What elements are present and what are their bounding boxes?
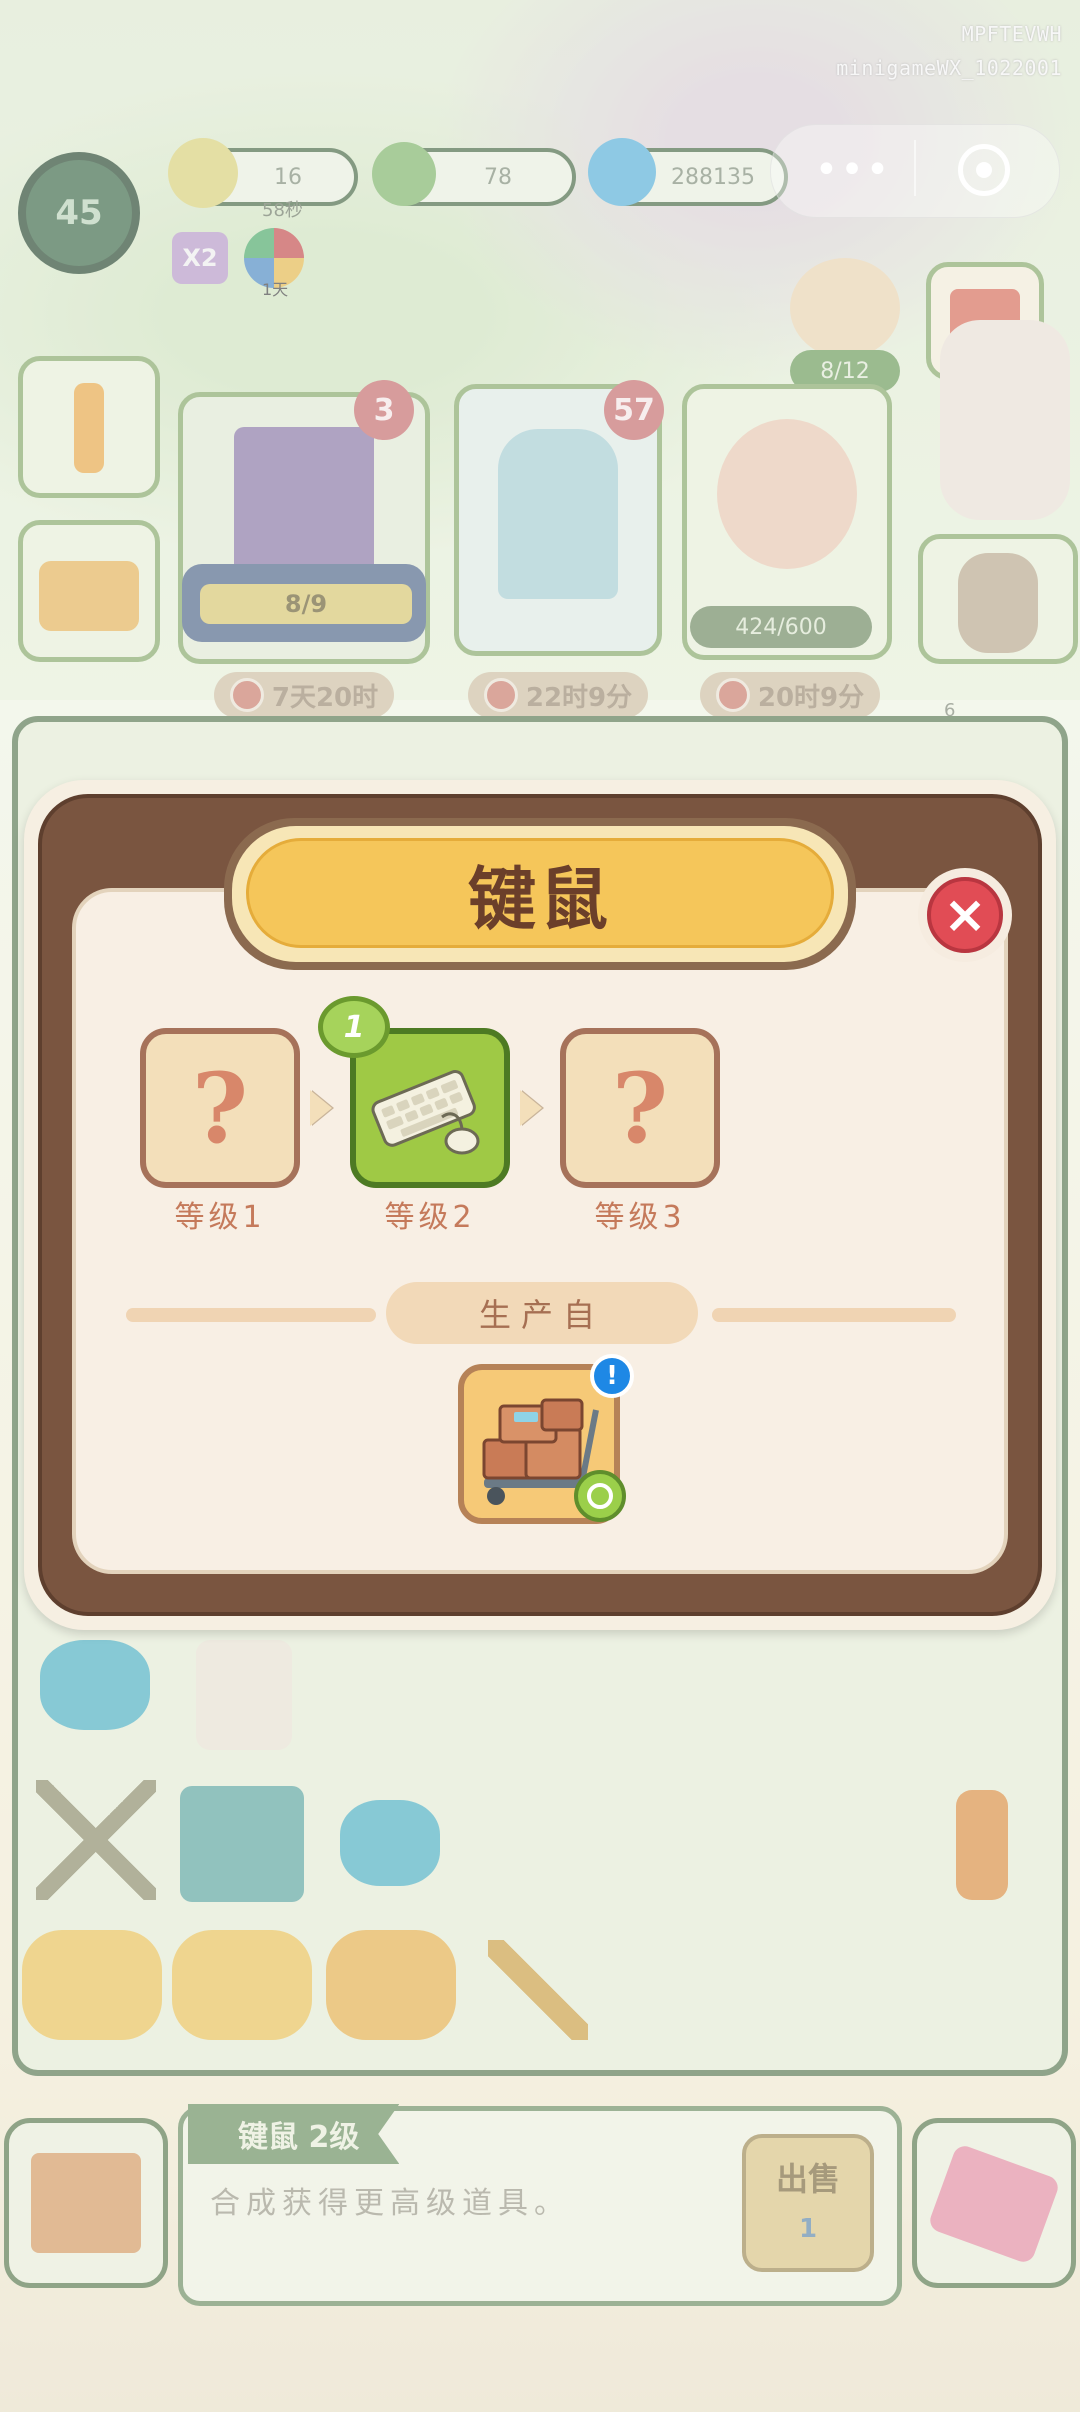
question-mark-icon: ? (611, 1051, 669, 1165)
arrow-right-icon (310, 1090, 332, 1126)
modal-title-banner: 键鼠 (224, 818, 856, 970)
divider-left (126, 1308, 376, 1322)
modal-title: 键鼠 (467, 859, 612, 940)
level-2-label: 等级2 (384, 1200, 476, 1235)
keyboard-mouse-icon (371, 1070, 480, 1155)
locate-target-icon[interactable] (574, 1470, 626, 1522)
info-icon[interactable]: ! (590, 1354, 634, 1398)
level-3-slot[interactable]: ? (560, 1028, 720, 1188)
level-3-label: 等级3 (594, 1200, 686, 1235)
produced-from-label: 生产自 (386, 1282, 698, 1344)
question-mark-icon: ? (191, 1051, 249, 1165)
owned-count-badge: 1 (318, 996, 390, 1058)
close-button[interactable]: × (918, 868, 1012, 962)
level-1-label: 等级1 (174, 1200, 266, 1235)
divider-right (712, 1308, 956, 1322)
arrow-right-icon (520, 1090, 542, 1126)
level-1-slot[interactable]: ? (140, 1028, 300, 1188)
close-icon: × (927, 877, 1003, 953)
